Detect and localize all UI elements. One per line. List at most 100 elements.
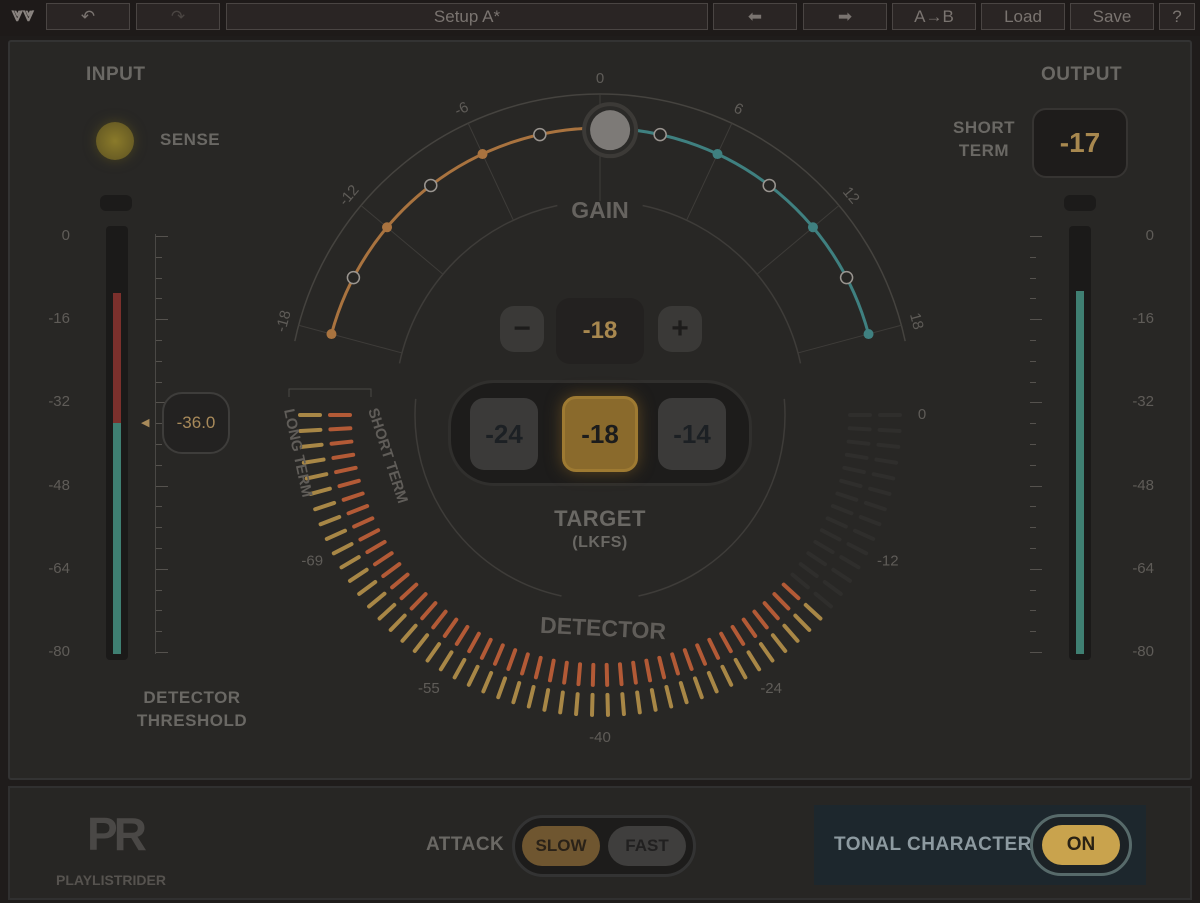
short-term-segment xyxy=(806,551,827,567)
gain-tick-label: -6 xyxy=(452,99,471,120)
long-term-segment xyxy=(481,670,494,694)
short-term-segment xyxy=(772,592,791,611)
long-term-segment xyxy=(803,602,823,621)
target-plus-button[interactable]: + xyxy=(658,306,702,352)
short-term-segment xyxy=(842,465,866,475)
attack-slow-button[interactable]: SLOW xyxy=(522,826,600,866)
short-term-segment xyxy=(331,452,356,460)
gain-knob[interactable] xyxy=(590,110,631,151)
short-term-segment xyxy=(790,572,810,590)
target-preset-24[interactable]: -24 xyxy=(470,398,538,470)
short-term-segment xyxy=(493,643,505,666)
short-term-segment xyxy=(657,655,667,680)
gain-gridline xyxy=(298,324,403,354)
long-term-segment xyxy=(852,528,876,541)
target-preset-18[interactable]: -18 xyxy=(562,396,638,472)
short-term-segment xyxy=(562,660,569,685)
short-term-segment xyxy=(373,551,394,567)
long-term-segment xyxy=(313,500,337,512)
short-term-segment xyxy=(576,662,583,687)
long-term-segment xyxy=(511,681,522,705)
long-term-segment xyxy=(367,591,387,609)
short-term-segment xyxy=(695,643,707,666)
gain-gridline xyxy=(467,123,514,221)
long-term-segment xyxy=(758,642,775,663)
gain-tick-label: 6 xyxy=(731,100,746,119)
tonal-character-label: TONAL CHARACTER xyxy=(834,834,1032,855)
long-term-segment xyxy=(664,685,674,709)
short-term-segment xyxy=(830,504,854,516)
short-term-segment xyxy=(334,465,358,475)
attack-fast-button[interactable]: FAST xyxy=(608,826,686,866)
gain-gridline xyxy=(360,205,444,275)
gain-curve-node[interactable] xyxy=(762,178,776,193)
gain-curve-node[interactable] xyxy=(839,270,854,285)
tonal-character-toggle[interactable]: ON xyxy=(1030,814,1132,876)
gain-curve-node[interactable] xyxy=(424,178,438,193)
gain-curve-node[interactable] xyxy=(477,149,488,160)
short-term-segment xyxy=(847,426,872,432)
long-term-segment xyxy=(876,442,901,449)
target-label: TARGET xyxy=(554,506,646,531)
long-term-segment xyxy=(620,692,626,717)
product-name: PLAYLISTRIDER xyxy=(56,872,166,888)
gain-curve-node[interactable] xyxy=(326,329,337,340)
short-term-segment xyxy=(707,637,721,660)
short-term-segment xyxy=(798,562,819,579)
short-term-segment xyxy=(670,652,680,676)
long-term-segment xyxy=(452,657,467,680)
short-term-segment xyxy=(604,662,610,687)
short-term-segment xyxy=(520,652,530,676)
gain-curve-node[interactable] xyxy=(863,329,874,340)
attack-label: ATTACK xyxy=(426,834,505,855)
gain-gridline xyxy=(756,205,840,275)
short-term-segment xyxy=(644,658,653,683)
long-term-segment xyxy=(318,514,342,527)
long-term-segment xyxy=(877,427,902,433)
long-term-segment xyxy=(357,579,378,596)
detector-scale-label: -69 xyxy=(301,553,323,570)
short-term-segment xyxy=(420,601,438,621)
gain-tick-label: -12 xyxy=(336,182,363,210)
short-term-segment xyxy=(467,631,481,654)
long-term-segment xyxy=(635,690,642,715)
short-term-segment xyxy=(752,609,769,630)
playlistrider-logo: PR xyxy=(87,808,147,860)
short-term-segment xyxy=(835,491,859,502)
gain-curve-node[interactable] xyxy=(653,127,667,142)
gain-curve-node[interactable] xyxy=(712,149,723,160)
short-term-segment xyxy=(381,562,402,579)
short-term-segment xyxy=(365,539,387,555)
target-preset-14[interactable]: -14 xyxy=(658,398,726,470)
short-term-segment xyxy=(329,439,354,446)
gain-curve-node[interactable] xyxy=(533,127,547,142)
short-term-segment xyxy=(719,631,733,654)
short-term-segment xyxy=(590,662,596,687)
target-minus-button[interactable]: − xyxy=(500,306,544,352)
detector-scale-label: -55 xyxy=(418,680,440,697)
long-term-segment xyxy=(846,542,869,556)
gain-tick-label: 12 xyxy=(839,184,863,208)
short-term-segment xyxy=(328,426,353,432)
long-term-segment xyxy=(782,623,800,643)
short-term-segment xyxy=(813,539,835,555)
target-value[interactable]: -18 xyxy=(556,298,644,364)
short-term-segment xyxy=(839,478,863,489)
detector-scale-label: 0 xyxy=(918,406,926,423)
short-term-segment xyxy=(846,439,871,446)
long-term-segment xyxy=(813,591,833,609)
short-term-segment xyxy=(730,624,746,646)
gain-curve-node[interactable] xyxy=(346,270,361,285)
gain-gridline xyxy=(686,123,733,221)
long-term-segment xyxy=(574,692,580,717)
long-term-segment xyxy=(678,681,689,705)
gain-curve-node[interactable] xyxy=(382,222,393,233)
long-term-segment xyxy=(831,567,852,583)
long-term-segment xyxy=(770,633,788,653)
long-term-segment xyxy=(822,579,843,596)
short-term-segment xyxy=(431,609,448,630)
long-term-segment xyxy=(558,690,565,715)
long-term-segment xyxy=(298,427,323,433)
gain-curve-node[interactable] xyxy=(807,222,818,233)
short-term-segment xyxy=(762,601,780,621)
